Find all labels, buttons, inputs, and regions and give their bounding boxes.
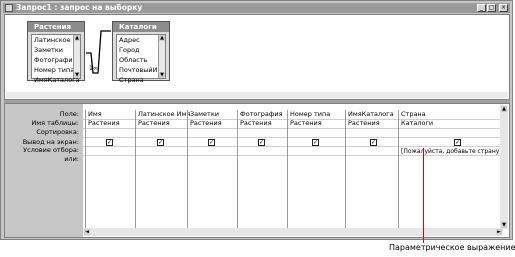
scroll-left-icon[interactable]: ◄ <box>84 229 90 235</box>
field-cell[interactable]: Латинское Имя <box>138 110 190 119</box>
table-cell[interactable]: Растения <box>138 119 170 128</box>
design-grid: Поле: Имя таблицы: Сортировка: Вывод на … <box>4 103 510 238</box>
field-list-scrollbar[interactable]: ▲ ▼ <box>158 35 165 78</box>
table-box-title[interactable]: Растения <box>28 22 84 32</box>
scroll-up-icon[interactable]: ▲ <box>159 35 165 41</box>
field-cell[interactable]: Фотография <box>240 110 283 119</box>
title-bar[interactable]: Запрос1 : запрос на выборку _ □ × <box>3 3 510 13</box>
grid-column[interactable]: Заметки Растения ✓ <box>187 110 237 230</box>
query-window: Запрос1 : запрос на выборку _ □ × Растен… <box>0 0 513 240</box>
criteria-cell[interactable]: [Пожалуйста, добавьте страну] <box>401 147 502 156</box>
field-cell[interactable]: Имя <box>88 110 102 119</box>
grid-column[interactable]: ИмяКаталога Растения ✓ <box>345 110 398 230</box>
show-checkbox[interactable]: ✓ <box>258 139 265 146</box>
callout-line <box>423 148 424 243</box>
table-cell[interactable]: Каталоги <box>401 119 433 128</box>
table-box-plants[interactable]: Растения Латинское Имя Заметки Фотографи… <box>27 21 85 84</box>
field-cell[interactable]: Заметки <box>190 110 219 119</box>
grid-column[interactable]: Фотография Растения ✓ <box>237 110 287 230</box>
scroll-down-icon[interactable]: ▼ <box>74 72 80 78</box>
row-label-field: Поле: <box>59 110 79 118</box>
row-label-sort: Сортировка: <box>36 128 79 136</box>
row-labels: Поле: Имя таблицы: Сортировка: Вывод на … <box>5 104 83 237</box>
field-list: Латинское Имя Заметки Фотография Номер т… <box>31 34 81 84</box>
table-cell[interactable]: Растения <box>348 119 380 128</box>
row-label-or: или: <box>64 155 79 163</box>
show-checkbox[interactable]: ✓ <box>312 139 319 146</box>
table-cell[interactable]: Растения <box>88 119 120 128</box>
row-label-table: Имя таблицы: <box>31 119 79 127</box>
table-pane-scrollbar[interactable] <box>6 92 508 98</box>
table-cell[interactable]: Растения <box>190 119 222 128</box>
close-button[interactable]: × <box>499 4 508 12</box>
scroll-up-icon[interactable]: ▲ <box>74 35 80 41</box>
field-cell[interactable]: Номер типа <box>290 110 330 119</box>
join-label: 1∞ <box>89 65 98 72</box>
field-list: Адрес Город Область ПочтовыйИндекс Стран… <box>116 34 166 84</box>
show-checkbox[interactable]: ✓ <box>157 139 164 146</box>
field-list-scrollbar[interactable]: ▲ ▼ <box>73 35 80 78</box>
maximize-button[interactable]: □ <box>487 4 496 12</box>
minimize-button[interactable]: _ <box>477 4 486 12</box>
table-cell[interactable]: Растения <box>240 119 272 128</box>
field-cell[interactable]: ИмяКаталога <box>348 110 394 119</box>
grid-horizontal-scrollbar[interactable]: ◄ ► <box>83 228 503 236</box>
query-icon <box>5 4 13 12</box>
grid-column[interactable]: Страна Каталоги ✓ [Пожалуйста, добавьте … <box>398 110 503 230</box>
grid-column[interactable]: Номер типа Растения ✓ <box>287 110 345 230</box>
show-checkbox[interactable]: ✓ <box>370 139 377 146</box>
scroll-down-icon[interactable]: ▼ <box>159 72 165 78</box>
field-cell[interactable]: Страна <box>401 110 426 119</box>
table-box-title[interactable]: Каталоги <box>113 22 169 32</box>
show-checkbox[interactable]: ✓ <box>208 139 215 146</box>
scroll-right-icon[interactable]: ► <box>496 229 502 235</box>
scroll-up-icon[interactable]: ▲ <box>501 106 507 112</box>
grid-column[interactable]: Латинское Имя Растения ✓ <box>135 110 190 230</box>
show-checkbox[interactable]: ✓ <box>106 139 113 146</box>
row-label-criteria: Условие отбора: <box>23 146 79 154</box>
grid-vertical-scrollbar[interactable]: ▲ ▼ <box>500 105 508 229</box>
show-checkbox[interactable]: ✓ <box>454 139 461 146</box>
callout-caption: Параметрическое выражение <box>389 243 515 252</box>
window-title: Запрос1 : запрос на выборку <box>16 3 143 12</box>
table-pane: Растения Латинское Имя Заметки Фотографи… <box>4 14 510 100</box>
grid-column[interactable]: Имя Растения ✓ <box>85 110 135 230</box>
table-cell[interactable]: Растения <box>290 119 322 128</box>
scroll-down-icon[interactable]: ▼ <box>501 222 507 228</box>
table-box-catalogs[interactable]: Каталоги Адрес Город Область ПочтовыйИнд… <box>112 21 170 84</box>
